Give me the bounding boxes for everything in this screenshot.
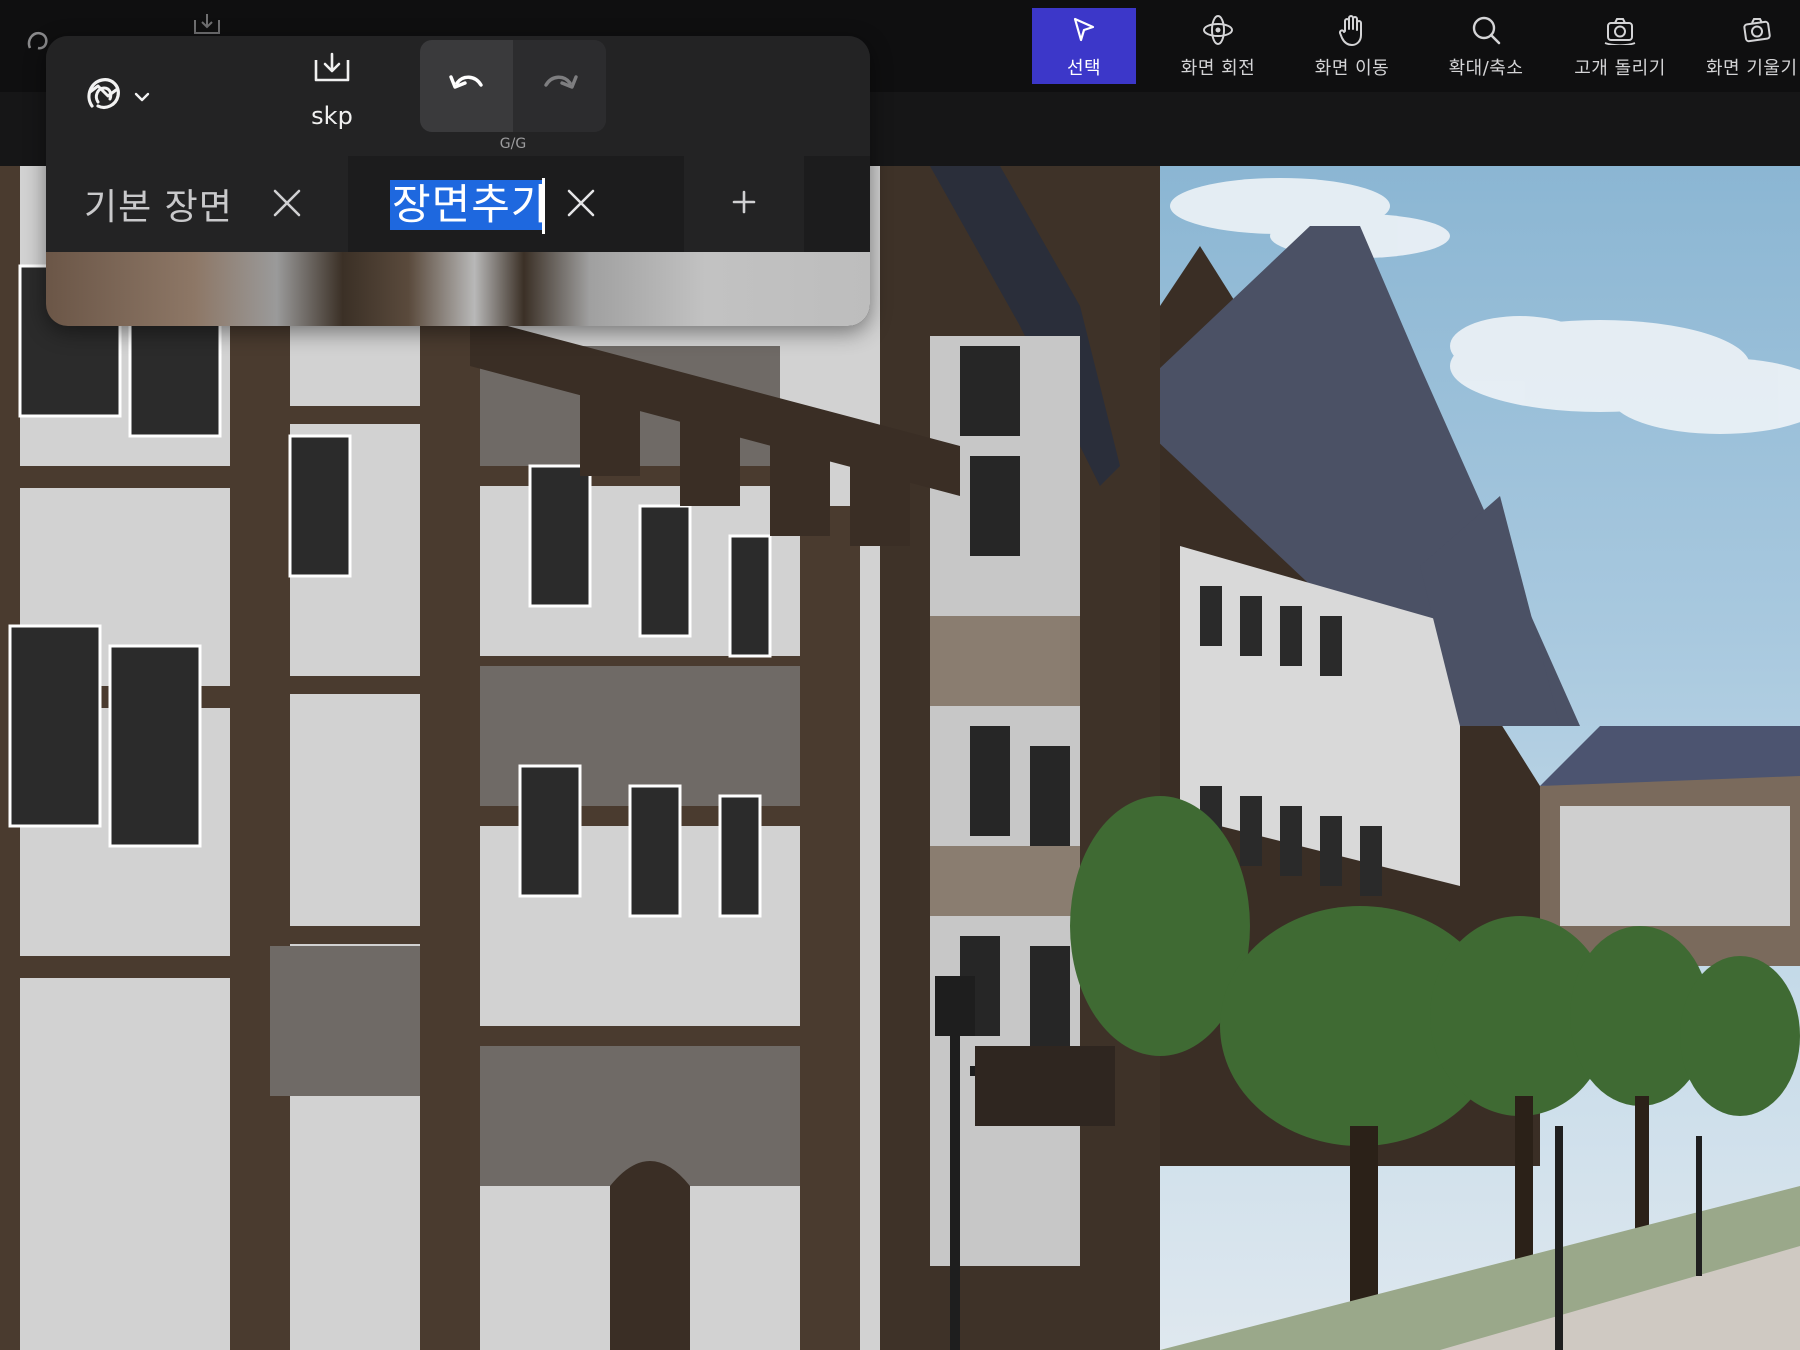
scene-illustration — [0, 166, 1800, 1350]
undo-button[interactable] — [420, 40, 513, 132]
hand-icon — [1334, 12, 1370, 48]
export-skp-label: skp — [311, 102, 353, 130]
tool-pan-label: 화면 이동 — [1314, 58, 1390, 79]
scene-tab-default[interactable]: 기본 장면 — [46, 156, 348, 252]
download-tray-icon — [312, 50, 352, 90]
text-caret — [542, 178, 545, 234]
tool-orbit-label: 화면 회전 — [1180, 58, 1256, 79]
close-icon[interactable] — [270, 186, 304, 224]
camera-tilt-icon — [1738, 12, 1774, 48]
close-icon[interactable] — [564, 186, 598, 224]
add-scene-button[interactable] — [684, 156, 804, 252]
plus-icon — [731, 189, 757, 219]
camera-look-icon — [1602, 12, 1638, 48]
tool-pan-button[interactable]: 화면 이동 — [1300, 8, 1404, 84]
tool-select-label: 선택 — [1066, 58, 1102, 79]
chevron-down-icon — [134, 88, 150, 107]
app-menu-button[interactable] — [82, 64, 150, 130]
redo-icon — [540, 69, 580, 103]
tool-orbit-button[interactable]: 화면 회전 — [1166, 8, 1270, 84]
export-skp-button[interactable]: skp — [284, 48, 380, 148]
tool-look-around-button[interactable]: 고개 돌리기 — [1568, 8, 1672, 84]
tool-look-around-label: 고개 돌리기 — [1574, 58, 1666, 79]
redo-button[interactable] — [513, 40, 606, 132]
tool-tilt-button[interactable]: 화면 기울기 — [1702, 8, 1800, 84]
orbit-icon — [1200, 12, 1236, 48]
scene-viewport[interactable] — [0, 166, 1800, 1350]
scene-name-input[interactable] — [390, 180, 544, 230]
tool-select-button[interactable]: 선택 — [1032, 8, 1136, 84]
sketch-logo-icon — [82, 72, 128, 122]
scene-tab-default-label: 기본 장면 — [84, 187, 233, 228]
undo-icon — [447, 69, 487, 103]
file-scene-panel: skp G/G 기본 장면 — [46, 36, 870, 326]
app-window: 선택 화면 회전 화면 이동 확대/축소 고개 돌리기 화면 기울기 skp G… — [0, 0, 1800, 1350]
magnifier-icon — [1468, 12, 1504, 48]
history-controls — [420, 40, 606, 132]
history-count: G/G — [499, 136, 527, 152]
tool-zoom-label: 확대/축소 — [1448, 58, 1524, 79]
tool-zoom-button[interactable]: 확대/축소 — [1434, 8, 1538, 84]
tool-tilt-label: 화면 기울기 — [1706, 58, 1798, 79]
cursor-arrow-icon — [1066, 12, 1102, 48]
panel-scene-preview — [46, 252, 870, 326]
scene-tab-new[interactable] — [348, 156, 684, 252]
